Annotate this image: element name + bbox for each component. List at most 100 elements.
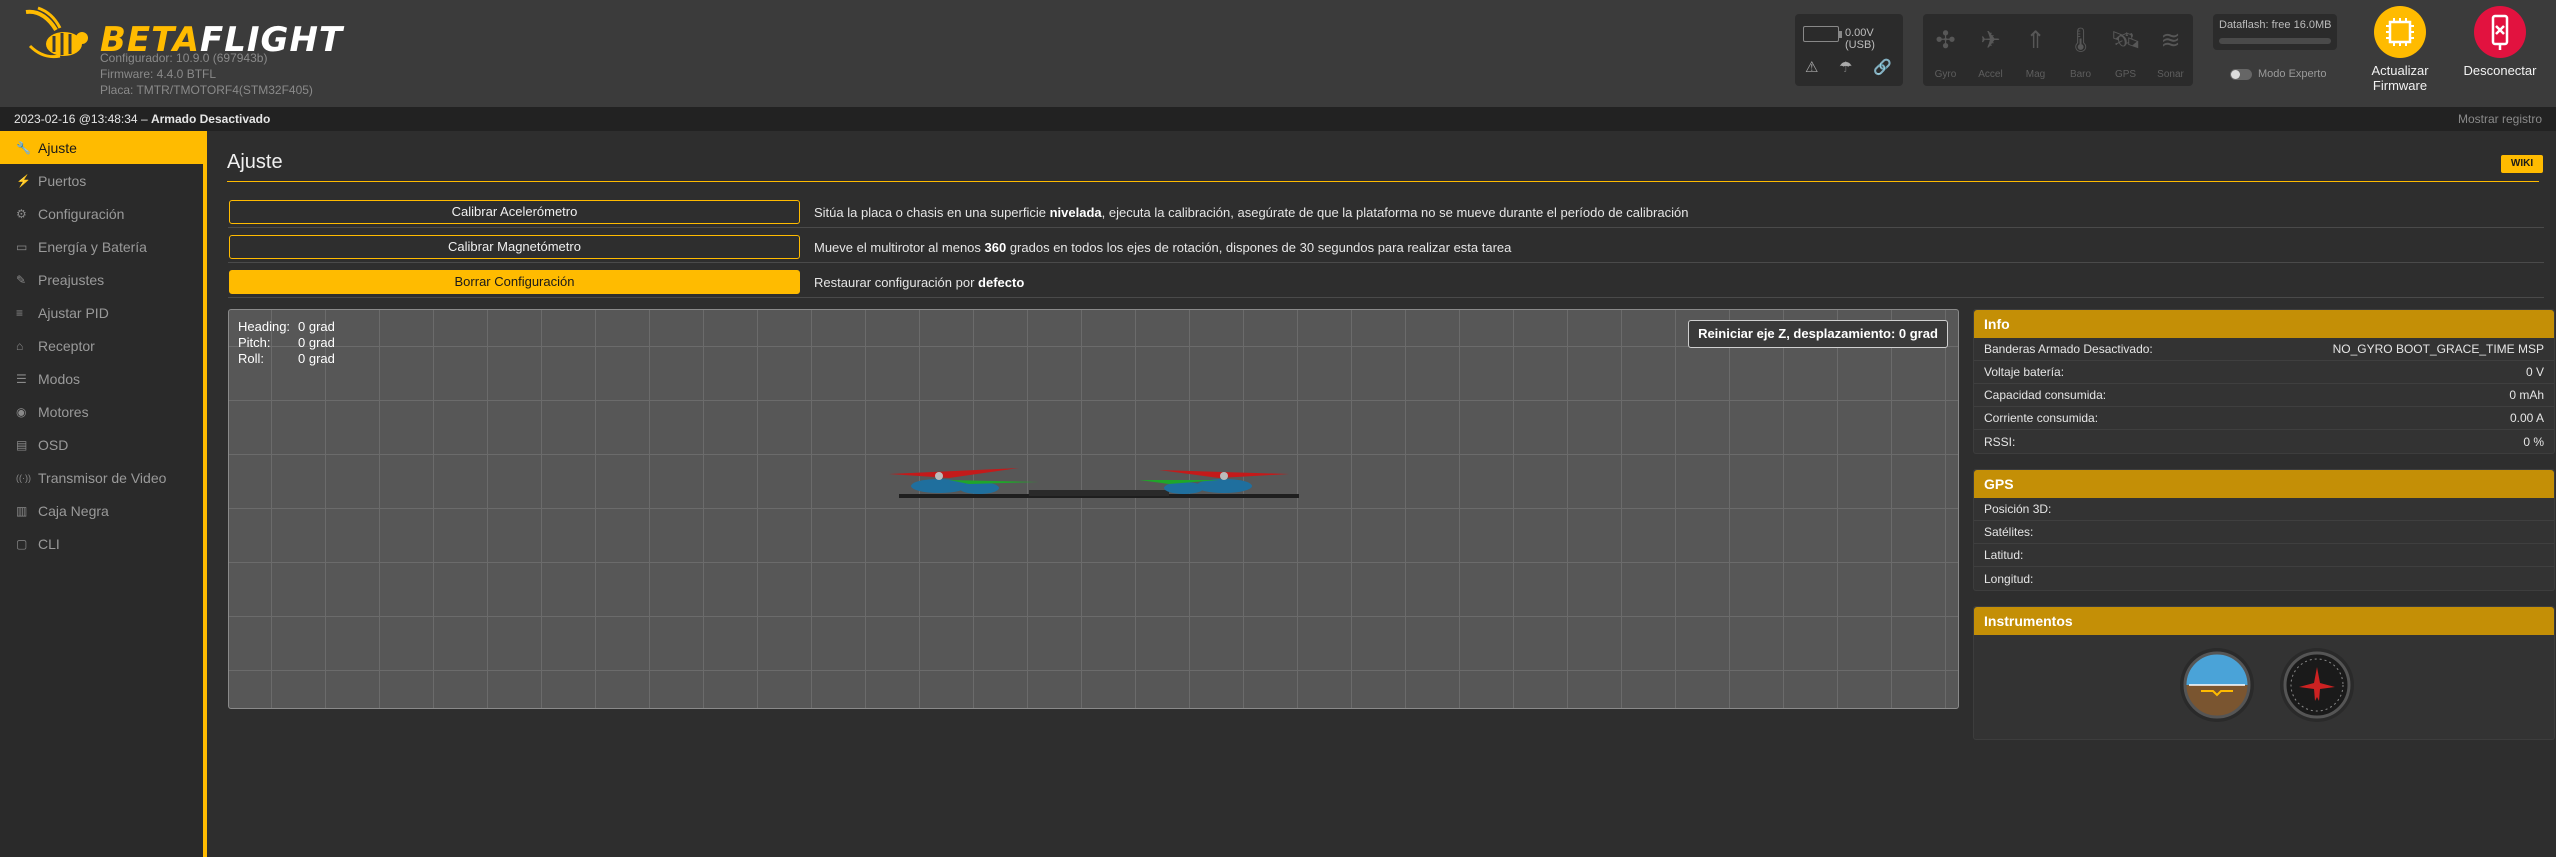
battery-icon: ▭: [16, 239, 28, 254]
sidebar-item-osd[interactable]: ▤ OSD: [0, 428, 203, 461]
osd-icon: ▤: [16, 437, 28, 452]
gps-row: Satélites:: [1974, 521, 2554, 544]
sidebar-item-ajuste[interactable]: 🔧 Ajuste: [0, 131, 203, 164]
usb-disconnect-icon: [2474, 6, 2526, 58]
blackbox-icon: ▥: [16, 503, 28, 518]
antenna-icon: ((·)): [16, 472, 31, 483]
sliders-icon: ≡: [16, 305, 24, 320]
instruments-panel: Instrumentos: [1973, 606, 2555, 740]
disconnect-button[interactable]: Desconectar: [2450, 6, 2550, 78]
firmware-version: Firmware: 4.4.0 BTFL: [100, 67, 217, 81]
calibration-description: Restaurar configuración por defecto: [814, 275, 1025, 290]
main-content: Ajuste WIKI Calibrar Acelerómetro Sitúa …: [211, 131, 2556, 857]
bee-logo-icon: [25, 6, 88, 59]
info-row: Voltaje batería: 0 V: [1974, 361, 2554, 384]
instruments-panel-title: Instrumentos: [1974, 607, 2554, 635]
status-bar: 2023-02-16 @13:48:34 – Armado Desactivad…: [0, 107, 2556, 131]
sidebar-item-cli[interactable]: ▢ CLI: [0, 527, 203, 560]
status-text: 2023-02-16 @13:48:34 – Armado Desactivad…: [14, 112, 271, 126]
instruments-area: [1974, 635, 2554, 739]
info-row: RSSI: 0 %: [1984, 434, 2544, 449]
sidebar-item-puertos[interactable]: ⚡ Puertos: [0, 164, 203, 197]
sidebar-item-energia[interactable]: ▭ Energía y Batería: [0, 230, 203, 263]
sidebar-item-receptor[interactable]: ⌂ Receptor: [0, 329, 203, 362]
title-divider: [227, 181, 2539, 182]
top-header: BETAFLIGHT Configurador: 10.9.0 (697943b…: [0, 0, 2556, 107]
armed-status: Armado Desactivado: [150, 112, 271, 126]
sensor-baro: 🌡 Baro: [2058, 14, 2103, 86]
terminal-icon: ▢: [16, 536, 28, 551]
quadcopter-model: [889, 468, 1299, 498]
dataflash-bar: [2219, 38, 2331, 44]
sensor-mag: ⇑ Mag: [2013, 14, 2058, 86]
sidebar-nav: 🔧 Ajuste ⚡ Puertos ⚙ Configuración ▭ Energía…: [0, 131, 207, 857]
mag-icon: ⇑: [2025, 27, 2046, 54]
dataflash-status: Dataflash: free 16.0MB: [2213, 14, 2337, 50]
link-icon: 🔗: [1873, 59, 1892, 76]
sidebar-item-motores[interactable]: ◉ Motores: [0, 395, 203, 428]
sidebar-item-configuracion[interactable]: ⚙ Configuración: [0, 197, 203, 230]
pitch-value: 0 grad: [298, 335, 335, 350]
sidebar-item-blackbox[interactable]: ▥ Caja Negra: [0, 494, 203, 527]
calibration-row: Calibrar Magnetómetro Mueve el multiroto…: [228, 229, 2544, 263]
calibration-row: Borrar Configuración Restaurar configura…: [228, 264, 2544, 298]
dataflash-label: Dataflash: free 16.0MB: [2219, 19, 2332, 31]
info-panel-title: Info: [1974, 310, 2554, 338]
sensor-accel: ✈ Accel: [1968, 14, 2013, 86]
baro-icon: 🌡: [2065, 27, 2096, 54]
info-row: Capacidad consumida: 0 mAh: [1974, 384, 2554, 407]
model-3d-viewport[interactable]: Heading: 0 grad Pitch: 0 grad Roll: 0 grad …: [228, 309, 1959, 709]
heading-indicator-icon: [2280, 648, 2354, 722]
attitude-indicator-icon: [2180, 648, 2254, 722]
sensor-status-bar: ✣ Gyro ✈ Accel ⇑ Mag 🌡 Baro 🛰 GPS ≋ Sonar: [1923, 14, 2193, 86]
gyro-icon: ✣: [1935, 27, 1956, 54]
info-row: Corriente consumida: 0.00 A: [1974, 407, 2554, 430]
warning-icon: ⚠: [1805, 59, 1819, 76]
expert-mode-label: Modo Experto: [2258, 68, 2327, 80]
gps-row: Longitud:: [1984, 571, 2034, 586]
calibrate-magnetometer-button[interactable]: Calibrar Magnetómetro: [229, 235, 800, 259]
gps-row: Latitud:: [1974, 544, 2554, 567]
betaflight-logo: BETAFLIGHT Configurador: 10.9.0 (697943b…: [20, 6, 342, 101]
battery-icon: [1803, 26, 1842, 42]
expert-mode-toggle[interactable]: Modo Experto: [2230, 68, 2326, 80]
motor-icon: ◉: [16, 404, 27, 419]
sensor-gyro: ✣ Gyro: [1923, 14, 1968, 86]
gps-icon: 🛰: [2110, 27, 2141, 54]
reset-settings-button[interactable]: Borrar Configuración: [229, 270, 800, 294]
wrench-icon: 🔧: [16, 140, 31, 155]
sidebar-item-preajustes[interactable]: ✎ Preajustes: [0, 263, 203, 296]
board-name: Placa: TMTR/TMOTORF4(STM32F405): [100, 83, 313, 97]
roll-value: 0 grad: [298, 351, 335, 366]
sensor-gps: 🛰 GPS: [2103, 14, 2148, 86]
plug-icon: ⚡: [16, 173, 31, 188]
sidebar-item-modos[interactable]: ☰ Modos: [0, 362, 203, 395]
info-panel: Info Banderas Armado Desactivado: NO_GYRO…: [1973, 309, 2555, 454]
reset-z-axis-button[interactable]: Reiniciar eje Z, desplazamiento: 0 grad: [1688, 320, 1948, 348]
sonar-icon: ≋: [2160, 27, 2181, 54]
gear-icon: ⚙: [16, 206, 27, 221]
update-firmware-button[interactable]: Actualizar Firmware: [2350, 6, 2450, 93]
chip-icon: [2374, 6, 2426, 58]
wiki-button[interactable]: WIKI: [2501, 155, 2543, 173]
calibrate-accelerometer-button[interactable]: Calibrar Acelerómetro: [229, 200, 800, 224]
sensor-sonar: ≋ Sonar: [2148, 14, 2193, 86]
gps-row: Posición 3D:: [1974, 498, 2554, 521]
sidebar-item-vtx[interactable]: ((·)) Transmisor de Video: [0, 461, 203, 494]
tools-icon: ✎: [16, 272, 27, 287]
show-log-link[interactable]: Mostrar registro: [2458, 112, 2542, 126]
page-title: Ajuste: [227, 151, 283, 173]
gps-panel-title: GPS: [1974, 470, 2554, 498]
receiver-icon: ⌂: [16, 338, 24, 353]
expert-mode-switch[interactable]: [2230, 68, 2252, 80]
calibration-description: Mueve el multirotor al menos 360 grados …: [814, 240, 1512, 255]
accel-icon: ✈: [1980, 27, 2001, 54]
status-datetime: 2023-02-16 @13:48:34: [14, 112, 138, 126]
gps-panel: GPS Posición 3D: Satélites: Latitud: Lon…: [1973, 469, 2555, 591]
configurator-version: Configurador: 10.9.0 (697943b): [100, 51, 268, 65]
failsafe-icon: ☂: [1839, 59, 1853, 76]
info-row: Banderas Armado Desactivado: NO_GYRO BOOT…: [1974, 338, 2554, 361]
sidebar-item-pid[interactable]: ≡ Ajustar PID: [0, 296, 203, 329]
heading-value: 0 grad: [298, 319, 335, 334]
version-info: Configurador: 10.9.0 (697943b) Firmware:…: [100, 50, 313, 98]
